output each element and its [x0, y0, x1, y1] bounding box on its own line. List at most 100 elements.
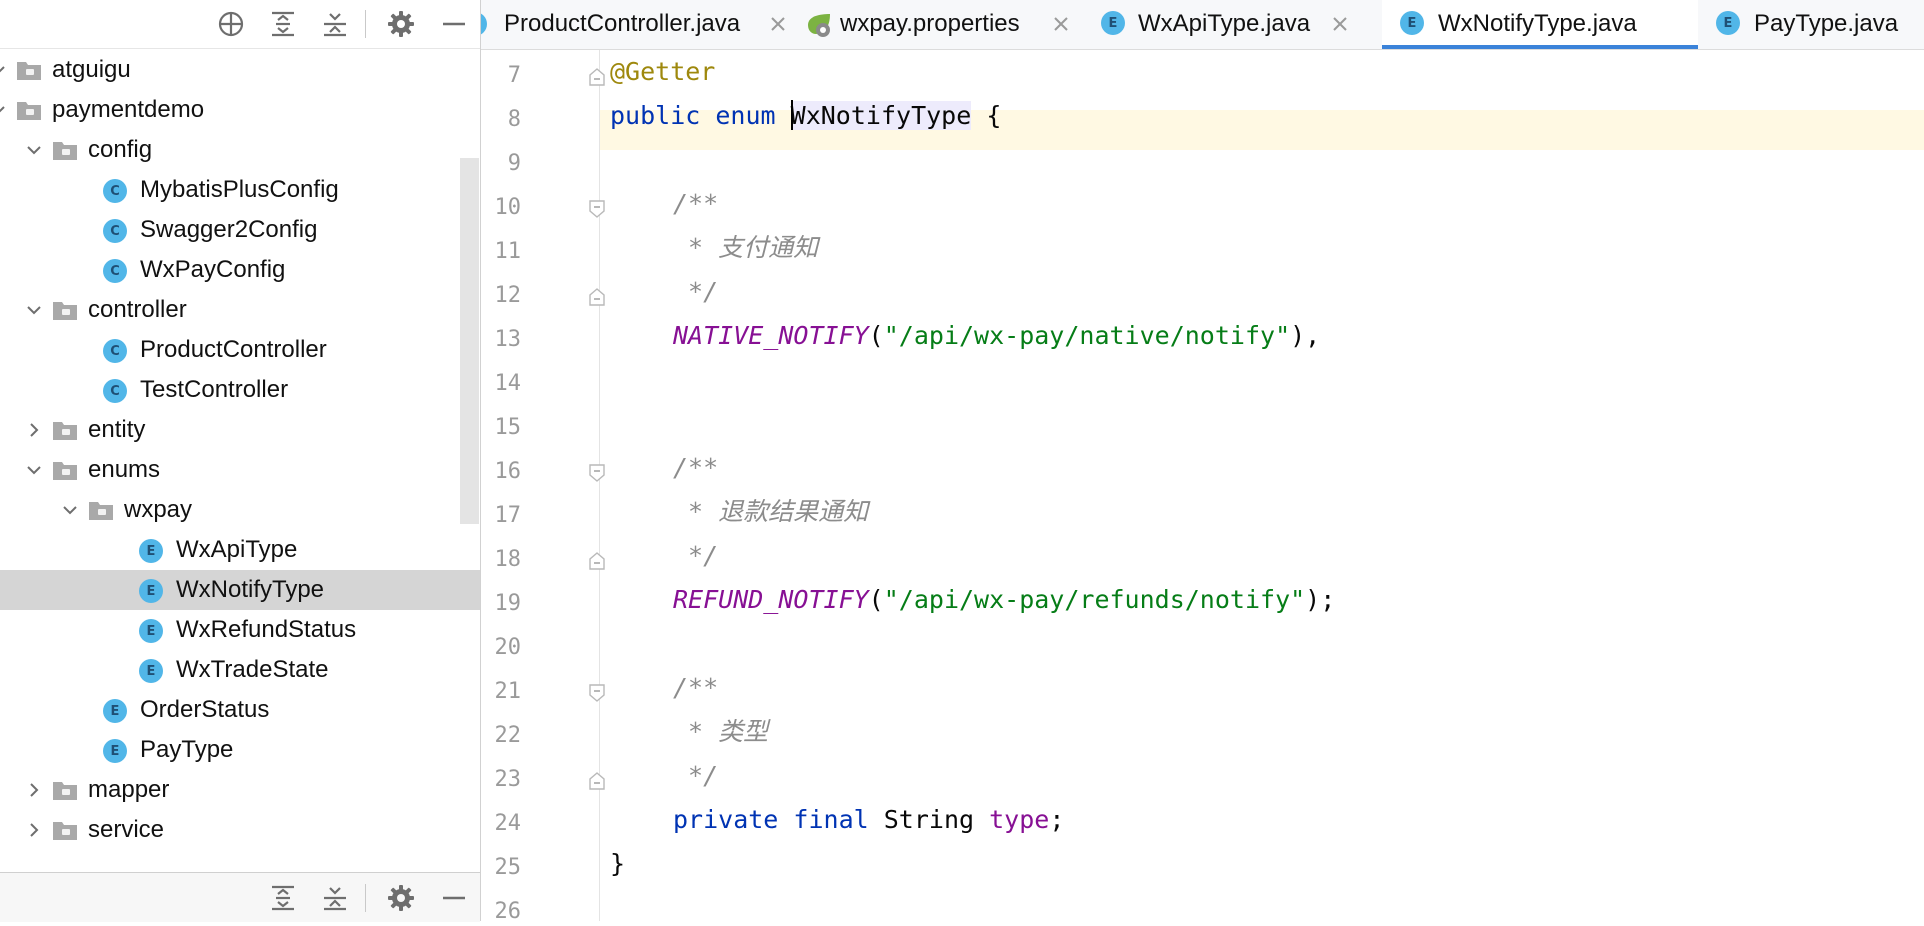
tree-item-wxtradestate[interactable]: E WxTradeState: [0, 650, 480, 690]
code-line-19: REFUND_NOTIFY("/api/wx-pay/refunds/notif…: [673, 585, 1336, 614]
code-line-11: * 支付通知: [673, 233, 819, 262]
properties-file-icon: [808, 14, 830, 37]
code-line-7: @Getter: [610, 57, 716, 86]
tree-item-mybatisplusconfig[interactable]: C MybatisPlusConfig: [0, 170, 480, 210]
collapse-all-icon[interactable]: [318, 881, 352, 915]
chevron-down-icon[interactable]: [0, 62, 6, 78]
chevron-right-icon[interactable]: [26, 422, 42, 438]
tree-item-label: paymentdemo: [52, 96, 205, 123]
enum-icon: E: [139, 659, 163, 683]
close-icon[interactable]: [1053, 16, 1069, 32]
tree-item-label: PayType: [140, 736, 234, 763]
line-number: 14: [494, 371, 522, 396]
tree-item-wxapitype[interactable]: E WxApiType: [0, 530, 480, 570]
code-line-21: /**: [673, 673, 719, 702]
tree-item-label: WxNotifyType: [176, 576, 325, 603]
tree-item-testcontroller[interactable]: C TestController: [0, 370, 480, 410]
tree-item-label: WxRefundStatus: [176, 616, 357, 643]
chevron-down-icon[interactable]: [26, 142, 42, 158]
class-icon: [481, 13, 487, 35]
expand-all-icon[interactable]: [266, 881, 300, 915]
class-icon: C: [103, 219, 127, 243]
chevron-right-icon[interactable]: [26, 782, 42, 798]
tree-item-label: TestController: [140, 376, 289, 403]
expand-all-icon[interactable]: [266, 7, 300, 41]
tree-item-vo[interactable]: vo: [0, 850, 480, 862]
tree-item-swagger2config[interactable]: C Swagger2Config: [0, 210, 480, 250]
tree-scrollbar[interactable]: [460, 158, 479, 524]
code-line-10: /**: [673, 189, 719, 218]
toolbar-divider: [365, 10, 366, 38]
line-number: 7: [507, 63, 521, 88]
folder-icon: [52, 419, 78, 441]
locate-icon[interactable]: [214, 7, 248, 41]
chevron-down-icon[interactable]: [26, 462, 42, 478]
chevron-down-icon[interactable]: [0, 102, 6, 118]
tree-item-label: Swagger2Config: [140, 216, 318, 243]
tree-item-productcontroller[interactable]: C ProductController: [0, 330, 480, 370]
class-icon: C: [103, 259, 127, 283]
tree-item-paytype[interactable]: E PayType: [0, 730, 480, 770]
gear-icon[interactable]: [384, 7, 418, 41]
tree-item-wxnotifytype[interactable]: E WxNotifyType: [0, 570, 480, 610]
tree-item-entity[interactable]: entity: [0, 410, 480, 450]
minimize-icon[interactable]: [437, 7, 471, 41]
tree-item-label: MybatisPlusConfig: [140, 176, 339, 203]
line-number: 8: [507, 107, 521, 132]
chevron-down-icon[interactable]: [26, 302, 42, 318]
text-caret: [790, 100, 793, 130]
minimize-icon[interactable]: [437, 881, 471, 915]
tab-label: WxNotifyType.java: [1438, 10, 1637, 37]
tab-label: PayType.java: [1754, 10, 1899, 37]
tab-product-controller[interactable]: ProductController.java: [481, 0, 793, 49]
tree-item-label: WxApiType: [176, 536, 298, 563]
tree-item-atguigu[interactable]: atguigu: [0, 50, 480, 90]
tab-wxpay-properties[interactable]: wxpay.properties: [793, 0, 1080, 49]
line-number: 16: [494, 459, 522, 484]
tree-item-paymentdemo[interactable]: paymentdemo: [0, 90, 480, 130]
tree-item-controller[interactable]: controller: [0, 290, 480, 330]
line-number: 13: [494, 327, 522, 352]
tree-item-mapper[interactable]: mapper: [0, 770, 480, 810]
code-line-12: */: [673, 277, 719, 306]
tree-item-orderstatus[interactable]: E OrderStatus: [0, 690, 480, 730]
folder-icon: [52, 819, 78, 841]
tab-wxapitype[interactable]: E WxApiType.java: [1080, 0, 1362, 49]
line-number: 17: [494, 503, 522, 528]
class-icon: C: [103, 179, 127, 203]
close-icon[interactable]: [770, 16, 786, 32]
folder-icon: [16, 99, 42, 121]
collapse-all-icon[interactable]: [318, 7, 352, 41]
folder-icon: [52, 139, 78, 161]
line-number: 23: [494, 767, 522, 792]
chevron-right-icon[interactable]: [26, 822, 42, 838]
code-editor[interactable]: { . . . @Getter public enum WxNotifyType…: [600, 50, 1924, 921]
tree-item-wxrefundstatus[interactable]: E WxRefundStatus: [0, 610, 480, 650]
line-number: 11: [494, 239, 522, 264]
line-number: 25: [494, 855, 522, 880]
project-tree: atguigu paymentdemo config C MybatisPlusConf…: [0, 50, 480, 862]
folder-icon: [52, 299, 78, 321]
tree-item-wxpayconfig[interactable]: C WxPayConfig: [0, 250, 480, 290]
tree-item-service[interactable]: service: [0, 810, 480, 850]
line-number-gutter: 7 8 9 10 11 12 13 14 15 16 17 18 19 20 21 22 23 24 25 26: [481, 50, 605, 924]
enum-icon: E: [1400, 11, 1424, 35]
project-panel: atguigu paymentdemo config C MybatisPlusConf…: [0, 0, 481, 922]
line-number: 15: [494, 415, 522, 440]
tree-item-label: enums: [88, 456, 161, 483]
code-line-13: NATIVE_NOTIFY("/api/wx-pay/native/notify…: [673, 321, 1321, 350]
tree-item-config[interactable]: config: [0, 130, 480, 170]
enum-icon: E: [1101, 11, 1125, 35]
tree-item-enums[interactable]: enums: [0, 450, 480, 490]
tree-item-label: OrderStatus: [140, 696, 270, 723]
tree-item-label: WxTradeState: [176, 656, 329, 683]
tab-paytype[interactable]: E PayType.java: [1698, 0, 1924, 49]
tree-item-label: ProductController: [140, 336, 327, 363]
tab-wxnotifytype[interactable]: E WxNotifyType.java: [1382, 0, 1698, 49]
line-number: 18: [494, 547, 522, 572]
tree-item-label: entity: [88, 416, 146, 443]
tree-item-wxpay[interactable]: wxpay: [0, 490, 480, 530]
close-icon[interactable]: [1332, 16, 1348, 32]
gear-icon[interactable]: [384, 881, 418, 915]
chevron-down-icon[interactable]: [62, 502, 78, 518]
